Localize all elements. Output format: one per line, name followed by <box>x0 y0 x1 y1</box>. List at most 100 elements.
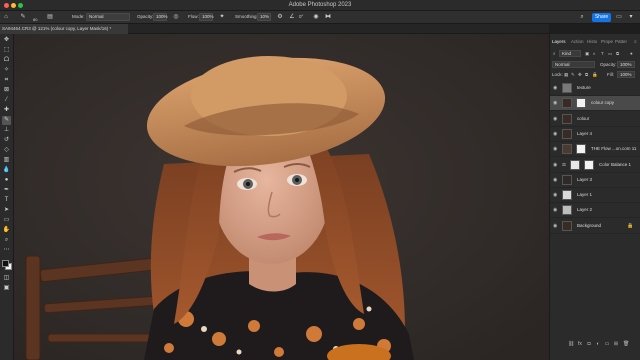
visibility-eye-icon[interactable]: ◉ <box>553 101 558 106</box>
filter-toggle-icon[interactable]: ● <box>630 51 633 56</box>
tab-properties[interactable]: Prope <box>601 39 613 44</box>
move-tool-icon[interactable]: ✥ <box>2 36 11 45</box>
layer-name[interactable]: Color Balance 1 <box>599 162 631 167</box>
brush-size[interactable]: 80 <box>33 17 37 22</box>
layer-thumbnail[interactable] <box>570 159 580 170</box>
layer-row[interactable]: ◉ texture <box>550 81 640 96</box>
more-tools-icon[interactable]: ⋯ <box>2 246 11 255</box>
layer-name[interactable]: Background <box>577 223 601 228</box>
layer-style-icon[interactable]: fx <box>577 341 583 347</box>
mode-select[interactable]: Normal <box>86 13 130 21</box>
visibility-eye-icon[interactable]: ◉ <box>553 131 558 137</box>
layer-thumbnail[interactable] <box>562 83 572 93</box>
layer-row[interactable]: ◉ Background 🔒 <box>550 219 640 234</box>
visibility-eye-icon[interactable]: ◉ <box>553 162 558 168</box>
symmetry-icon[interactable]: ⧓ <box>324 13 332 21</box>
layer-row[interactable]: ◉ THE Flow ...on.com 11 <box>550 142 640 158</box>
hand-tool-icon[interactable]: ✋ <box>2 226 11 235</box>
tab-layers[interactable]: Layers <box>552 39 566 44</box>
add-mask-icon[interactable]: ◘ <box>586 341 592 347</box>
layer-filter-select[interactable]: Kind <box>559 50 581 57</box>
layer-row[interactable]: ◉ colour copy <box>550 96 640 112</box>
filter-smart-object-icon[interactable]: ⧉ <box>616 51 619 56</box>
new-group-icon[interactable]: ▭ <box>604 341 610 347</box>
type-tool-icon[interactable]: T <box>2 196 11 205</box>
layer-row[interactable]: ◉ Layer 3 <box>550 173 640 188</box>
layer-row[interactable]: ◉ ⚖ Color Balance 1 <box>550 158 640 173</box>
layer-thumbnail[interactable] <box>562 144 572 155</box>
tab-actions[interactable]: Action <box>571 39 584 44</box>
layer-thumbnail[interactable] <box>562 174 572 185</box>
healing-brush-tool-icon[interactable]: ✚ <box>2 106 11 115</box>
brush-tool-preset-icon[interactable]: ✎ <box>19 13 27 21</box>
layer-row[interactable]: ◉ colour <box>550 112 640 127</box>
tab-patterns[interactable]: Patter <box>615 39 627 44</box>
lock-all-icon[interactable]: 🔒 <box>592 72 598 78</box>
filter-pixel-icon[interactable]: ▣ <box>585 51 589 57</box>
brush-settings-icon[interactable]: ▤ <box>46 13 54 21</box>
clone-stamp-tool-icon[interactable]: ⊥ <box>2 126 11 135</box>
document-canvas[interactable] <box>14 34 549 360</box>
layer-name[interactable]: Layer 3 <box>577 177 592 182</box>
layer-mask-thumbnail[interactable] <box>576 144 586 155</box>
dodge-tool-icon[interactable]: ● <box>2 176 11 185</box>
rectangle-tool-icon[interactable]: ▭ <box>2 216 11 225</box>
smoothing-field[interactable]: 10% <box>257 13 271 21</box>
workspace-icon[interactable]: ▭ <box>615 13 623 21</box>
layer-thumbnail[interactable] <box>562 205 572 216</box>
brush-angle-icon[interactable]: ∠ <box>288 13 296 21</box>
layer-name[interactable]: Layer 2 <box>577 207 592 212</box>
blur-tool-icon[interactable]: 💧 <box>2 166 11 175</box>
lock-pixels-icon[interactable]: ✎ <box>571 72 575 78</box>
gradient-tool-icon[interactable]: ▥ <box>2 156 11 165</box>
eyedropper-tool-icon[interactable]: ⁄ <box>2 96 11 105</box>
visibility-eye-icon[interactable]: ◉ <box>553 86 558 91</box>
layer-row[interactable]: ◉ Layer 4 <box>550 127 640 142</box>
lock-artboard-icon[interactable]: ⧉ <box>585 72 588 77</box>
opacity-field[interactable]: 100% <box>153 13 168 21</box>
brush-tool-icon[interactable]: ✎ <box>2 116 11 125</box>
visibility-eye-icon[interactable]: ◉ <box>553 177 558 183</box>
filter-shape-icon[interactable]: ▭ <box>608 51 612 57</box>
layer-thumbnail[interactable] <box>562 220 572 231</box>
crop-tool-icon[interactable]: ⌗ <box>2 76 11 85</box>
home-icon[interactable]: ⌂ <box>2 13 10 21</box>
layer-opacity-field[interactable]: 100% <box>617 61 635 68</box>
share-button[interactable]: Share <box>592 13 611 22</box>
layer-fill-field[interactable]: 100% <box>617 71 635 78</box>
more-options-icon[interactable]: ▾ <box>627 13 635 21</box>
visibility-eye-icon[interactable]: ◉ <box>553 208 558 213</box>
panel-menu-icon[interactable]: ≡ <box>634 39 637 44</box>
layer-name[interactable]: THE Flow ...on.com 11 <box>591 146 636 151</box>
foreground-color-swatch[interactable] <box>2 260 9 267</box>
quick-mask-icon[interactable]: ◫ <box>2 274 11 283</box>
pressure-opacity-icon[interactable]: ◎ <box>172 13 180 21</box>
path-selection-tool-icon[interactable]: ➤ <box>2 206 11 215</box>
visibility-eye-icon[interactable]: ◉ <box>553 223 558 229</box>
layer-name[interactable]: Layer 4 <box>577 131 592 136</box>
filter-type-icon[interactable]: T <box>601 51 604 56</box>
search-icon[interactable]: ⌕ <box>578 13 586 21</box>
delete-layer-icon[interactable]: 🗑 <box>623 341 629 347</box>
frame-tool-icon[interactable]: ⊠ <box>2 86 11 95</box>
history-brush-tool-icon[interactable]: ↺ <box>2 136 11 145</box>
blend-mode-select[interactable]: Normal <box>552 61 595 68</box>
pen-tool-icon[interactable]: ✒ <box>2 186 11 195</box>
filter-adjustment-icon[interactable]: ◐ <box>593 51 596 56</box>
eraser-tool-icon[interactable]: ◇ <box>2 146 11 155</box>
visibility-eye-icon[interactable]: ◉ <box>553 193 558 198</box>
layer-thumbnail[interactable] <box>562 98 572 109</box>
layer-mask-thumbnail[interactable] <box>576 98 586 109</box>
new-adjustment-layer-icon[interactable]: ◐ <box>595 341 601 347</box>
new-layer-icon[interactable]: ⊞ <box>613 341 619 347</box>
marquee-tool-icon[interactable]: ⬚ <box>2 46 11 55</box>
lock-transparent-icon[interactable]: ▦ <box>564 72 568 78</box>
layer-name[interactable]: Layer 1 <box>577 192 592 197</box>
layer-thumbnail[interactable] <box>562 113 572 124</box>
layer-row[interactable]: ◉ Layer 2 <box>550 203 640 219</box>
layer-name[interactable]: colour <box>577 116 589 121</box>
document-tab[interactable]: SA94464.CR3 @ 121% (colour copy, Layer M… <box>0 24 128 34</box>
layer-row[interactable]: ◉ Layer 1 <box>550 188 640 204</box>
layer-thumbnail[interactable] <box>562 128 572 139</box>
pressure-size-icon[interactable]: ◉ <box>312 13 320 21</box>
